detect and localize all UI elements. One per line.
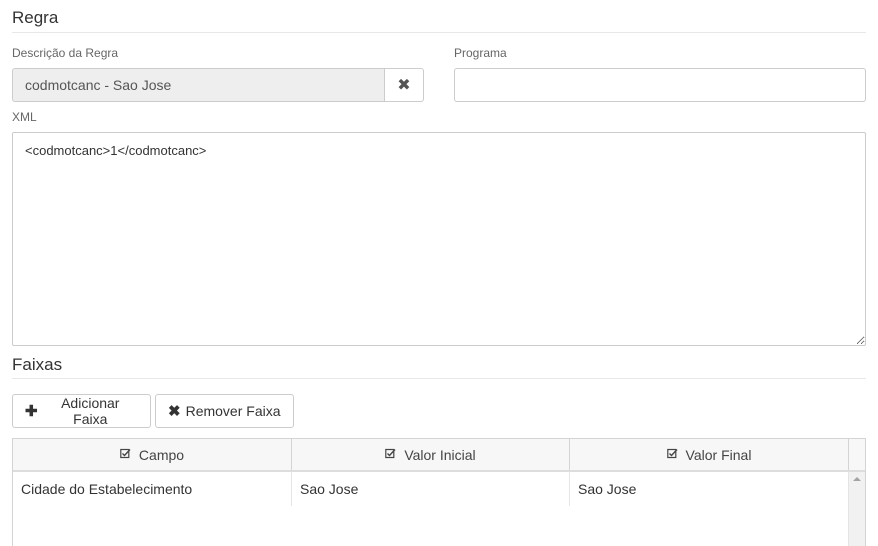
section-divider	[12, 32, 866, 33]
column-header-valor-inicial[interactable]: Valor Inicial	[292, 439, 570, 470]
clear-descricao-button[interactable]: ✖	[384, 68, 424, 102]
section-title-faixas: Faixas	[12, 355, 63, 374]
cell-campo: Cidade do Estabelecimento	[13, 472, 292, 506]
cell-valor-inicial: Sao Jose	[292, 472, 570, 506]
column-label: Campo	[138, 446, 185, 463]
remove-faixa-button[interactable]: ✖ Remover Faixa	[155, 394, 294, 428]
programa-input[interactable]	[454, 68, 866, 102]
grid-scrollbar[interactable]	[848, 472, 865, 546]
section-title-regra: Regra	[12, 8, 59, 27]
programa-label: Programa	[454, 46, 507, 60]
check-square-icon	[385, 448, 396, 462]
cell-valor-final: Sao Jose	[578, 481, 637, 497]
header-scroll-spacer	[849, 439, 865, 470]
faixas-grid: Campo Valor Inicial Valor Final Cidade d…	[12, 438, 866, 546]
close-icon: ✖	[168, 403, 181, 420]
check-square-icon	[120, 448, 131, 462]
descricao-input[interactable]	[12, 68, 384, 102]
column-label: Valor Final	[685, 446, 752, 463]
column-header-valor-final[interactable]: Valor Final	[570, 439, 849, 470]
table-row[interactable]: Cidade do Estabelecimento Sao Jose Sao J…	[13, 472, 865, 506]
scroll-up-arrow-icon[interactable]	[853, 477, 861, 481]
section-divider	[12, 378, 866, 379]
column-label: Valor Inicial	[404, 446, 476, 463]
column-header-campo[interactable]: Campo	[13, 439, 292, 470]
descricao-input-group: ✖	[12, 68, 424, 102]
add-faixa-button[interactable]: ✚ Adicionar Faixa	[12, 394, 151, 428]
remove-faixa-label: Remover Faixa	[185, 403, 281, 419]
xml-label: XML	[12, 110, 37, 124]
grid-header: Campo Valor Inicial Valor Final	[13, 439, 865, 472]
xml-textarea[interactable]: <codmotcanc>1</codmotcanc>	[12, 132, 866, 346]
add-faixa-label: Adicionar Faixa	[61, 395, 120, 427]
check-square-icon	[666, 448, 678, 462]
close-icon: ✖	[397, 77, 411, 94]
descricao-label: Descrição da Regra	[12, 46, 119, 60]
plus-icon: ✚	[25, 403, 38, 420]
